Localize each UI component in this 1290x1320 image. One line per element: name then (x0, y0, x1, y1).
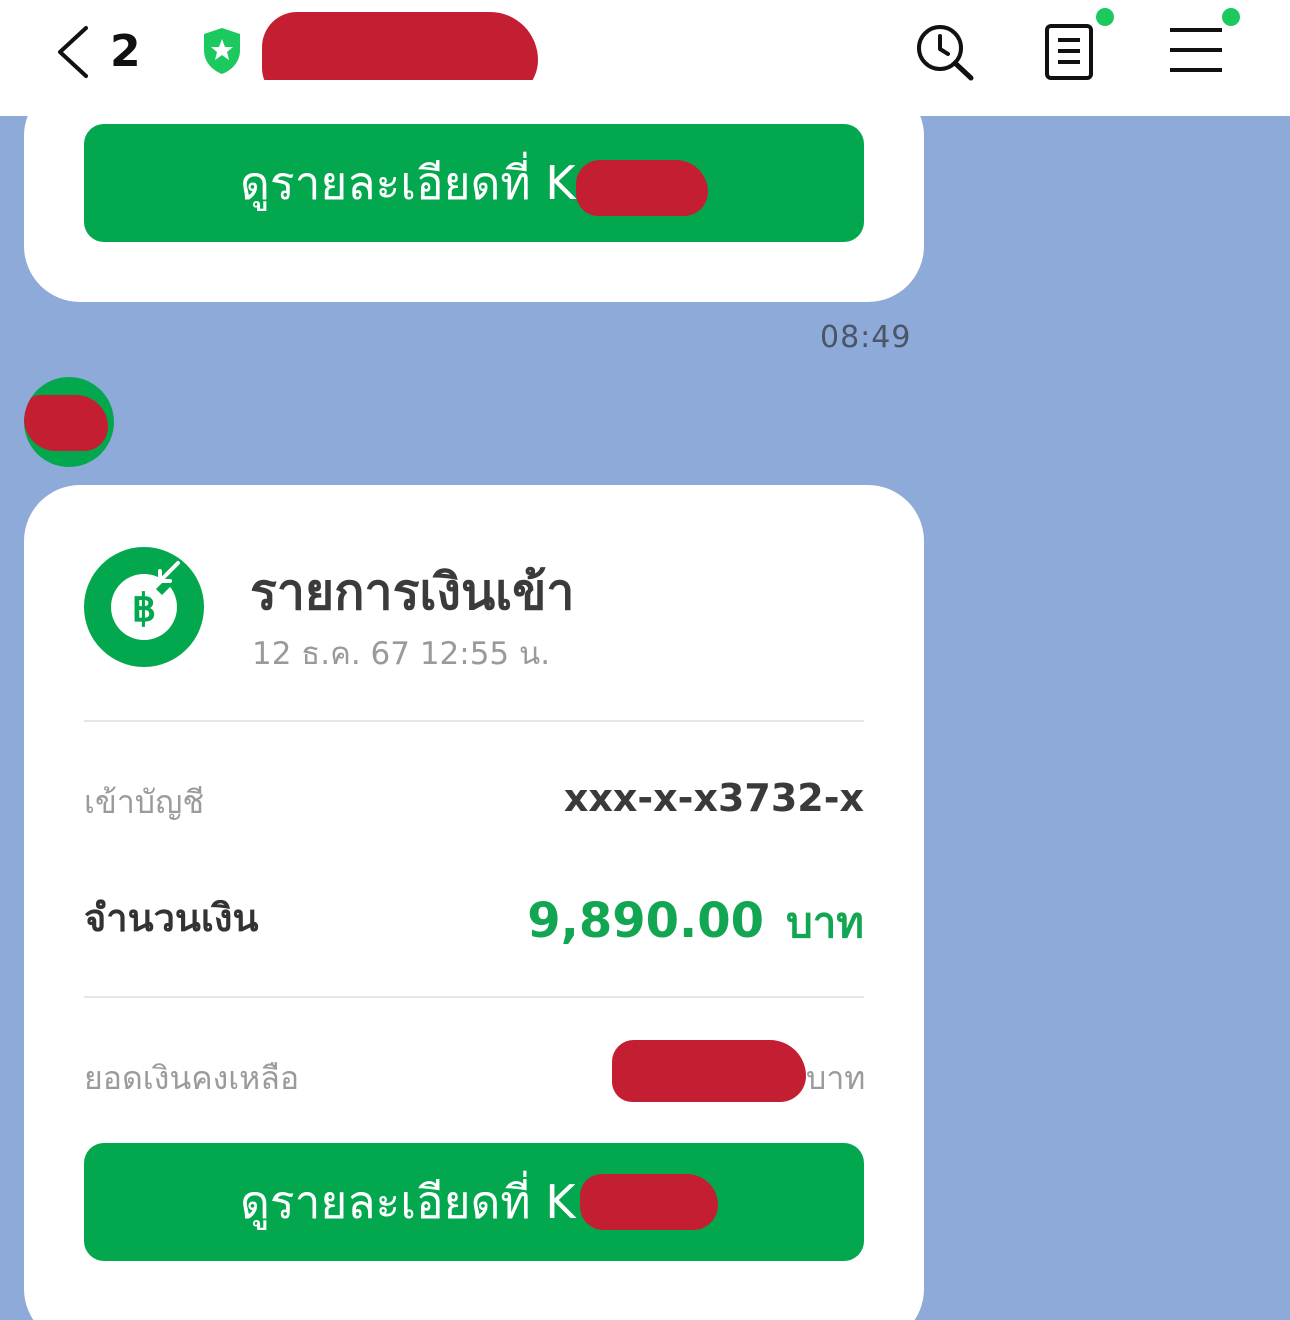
redacted-bank-name (580, 1174, 718, 1230)
notes-notification-dot (1096, 8, 1114, 26)
balance-unit: บาท (806, 1059, 866, 1097)
history-search-icon[interactable] (912, 22, 976, 82)
account-value: xxx-x-x3732-x (563, 776, 864, 820)
divider (84, 996, 864, 998)
view-details-button[interactable]: ดูรายละเอียดที่ K (84, 1143, 864, 1261)
unread-count: 2 (110, 26, 141, 77)
amount-label: จำนวนเงิน (84, 896, 259, 940)
view-details-label: ดูรายละเอียดที่ K (240, 1175, 576, 1229)
back-button[interactable]: 2 (52, 24, 152, 80)
balance-label: ยอดเงินคงเหลือ (84, 1059, 300, 1097)
notes-icon[interactable] (1042, 20, 1098, 82)
view-details-label: ดูรายละเอียดที่ K (240, 156, 576, 210)
incoming-baht-icon: ฿ (84, 547, 204, 667)
redacted-bank-name (576, 160, 708, 216)
message-time: 08:49 (820, 320, 912, 355)
menu-notification-dot (1222, 8, 1240, 26)
chevron-left-icon (58, 26, 88, 78)
redacted-avatar (24, 395, 108, 451)
avatar[interactable] (24, 377, 114, 467)
transaction-datetime: 12 ธ.ค. 67 12:55 น. (252, 636, 551, 672)
amount-value-group: 9,890.00 บาท (527, 890, 864, 963)
account-label: เข้าบัญชี (84, 783, 205, 821)
amount-value: 9,890.00 (527, 893, 765, 949)
view-details-button[interactable]: ดูรายละเอียดที่ K (84, 124, 864, 242)
menu-icon[interactable] (1166, 22, 1226, 78)
svg-text:฿: ฿ (132, 588, 156, 630)
shield-star-icon (204, 28, 240, 74)
amount-unit: บาท (786, 898, 864, 947)
divider (84, 720, 864, 722)
transaction-title: รายการเงินเข้า (250, 563, 575, 621)
redacted-balance (612, 1040, 806, 1102)
